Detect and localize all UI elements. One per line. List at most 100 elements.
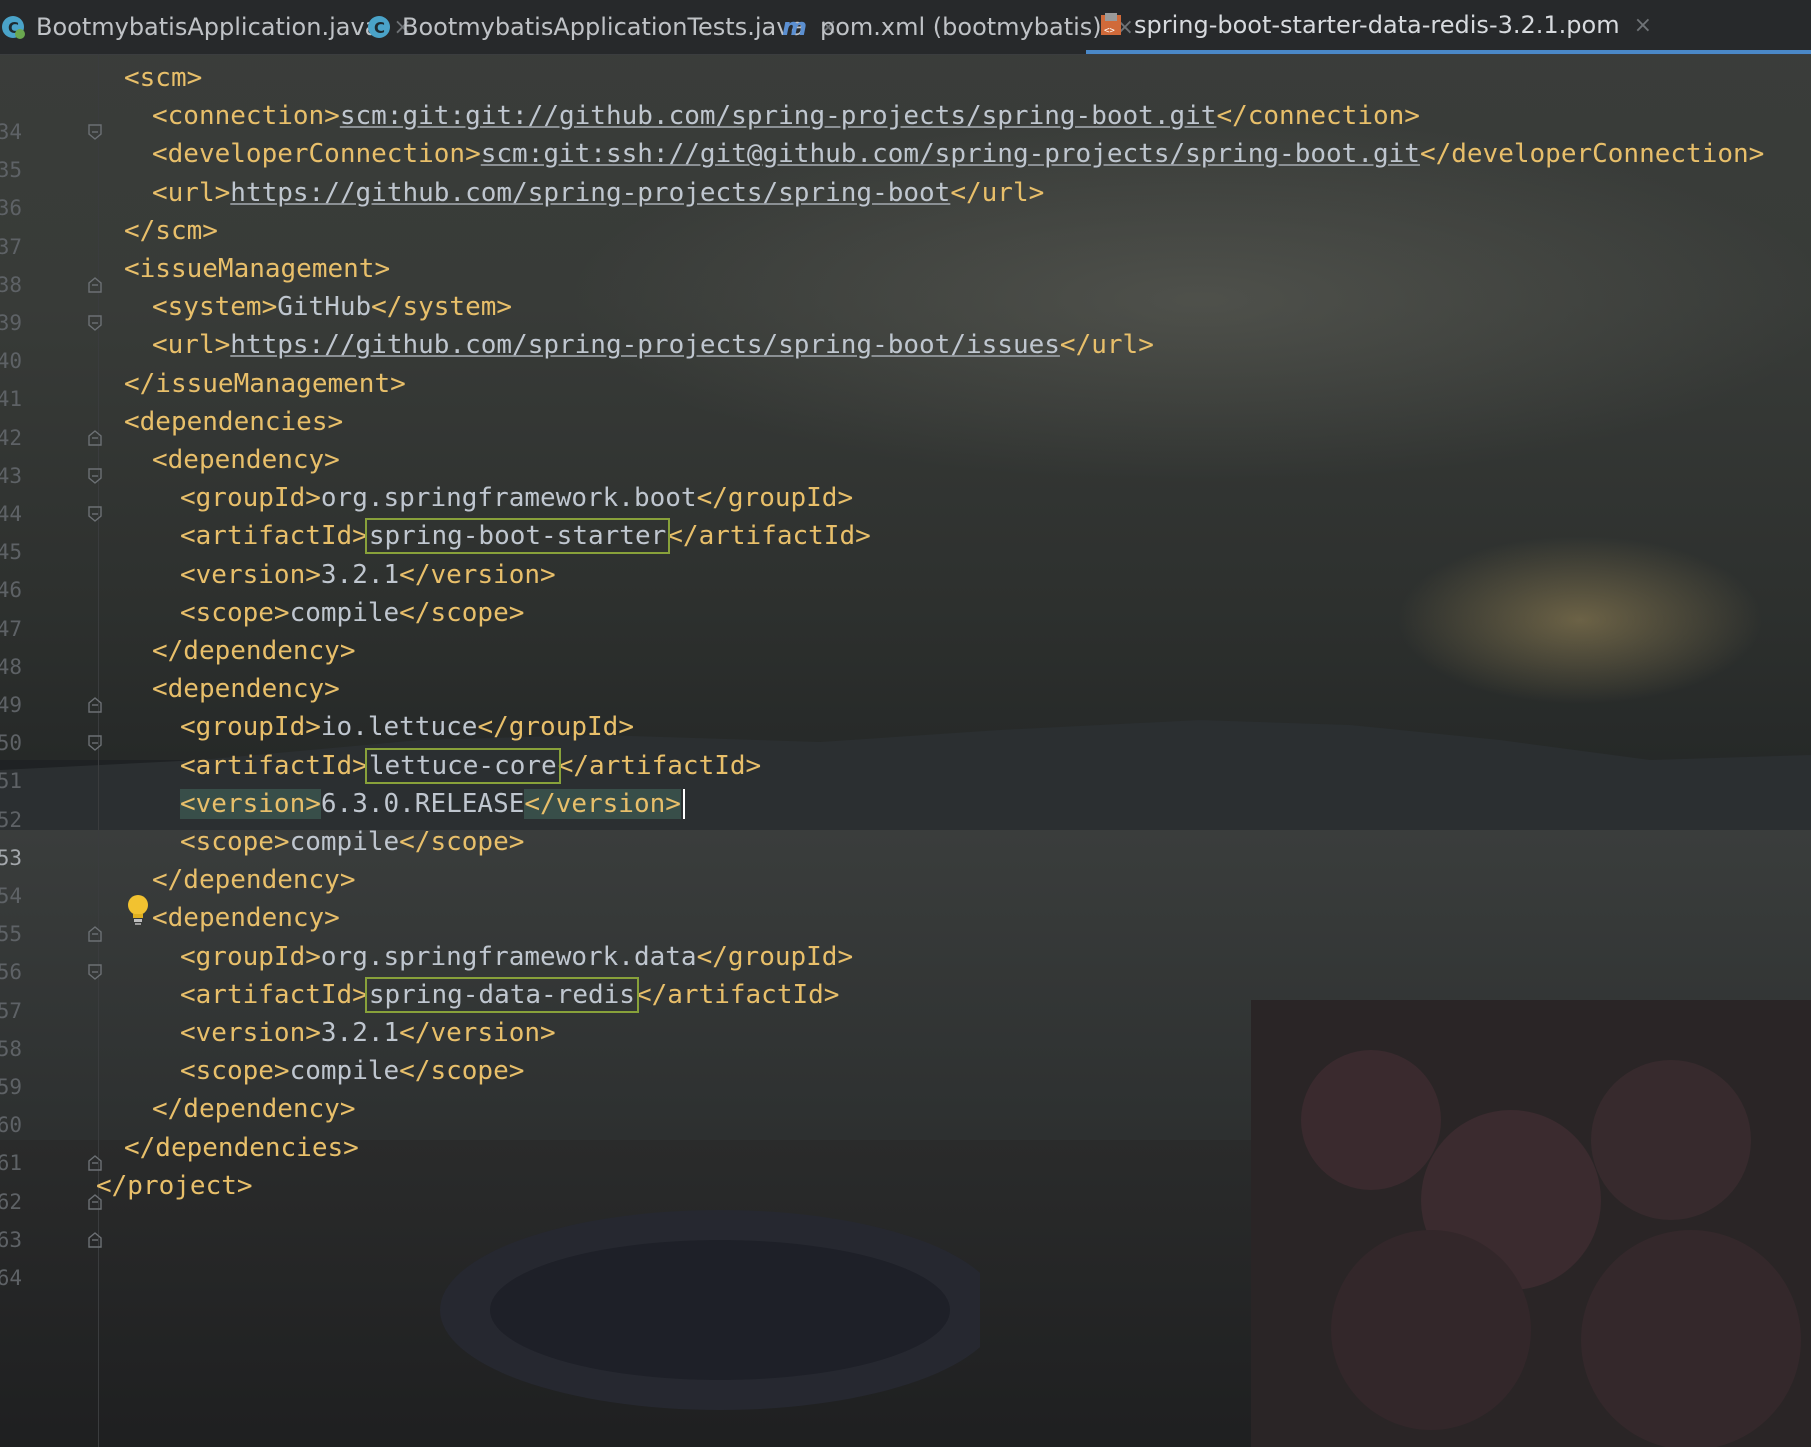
xml-tag: <scm>	[124, 63, 203, 93]
xml-close-tag: </version>	[399, 559, 556, 590]
url-link[interactable]: scm:git:git://github.com/spring-projects…	[340, 101, 1217, 131]
xml-close-tag: </groupId>	[477, 712, 634, 743]
close-tab-icon[interactable]: ×	[1634, 13, 1652, 38]
line-number-gutter[interactable]: 34 35 36 37 38 39 40 41 42 43 44 45 46 47 48 49 50 51 52 53…	[0, 54, 102, 1447]
code-line[interactable]: <url>https://github.com/spring-projects/…	[152, 173, 1044, 213]
code-line[interactable]: <system>GitHub</system>	[152, 287, 512, 327]
fold-collapse-icon[interactable]	[88, 735, 102, 752]
line-number: 49	[0, 693, 22, 717]
code-line[interactable]: <dependency>	[152, 440, 340, 480]
tab-bootmybatis-application[interactable]: C BootmybatisApplication.java ×	[0, 0, 412, 54]
svg-text:m: m	[782, 14, 807, 40]
code-line[interactable]: <version>3.2.1</version>	[180, 1013, 556, 1053]
xml-value: compile	[289, 1056, 400, 1087]
tab-pom-xml[interactable]: m pom.xml (bootmybatis) ×	[782, 0, 1134, 54]
fold-collapse-icon[interactable]	[88, 124, 102, 140]
xml-open-tag: <groupId>	[180, 712, 321, 743]
fold-collapse-icon[interactable]	[88, 315, 102, 331]
code-line[interactable]: <groupId>org.springframework.data</group…	[180, 937, 853, 977]
line-number: 44	[0, 502, 22, 526]
xml-tag: </dependency>	[152, 865, 356, 896]
line-number: 48	[0, 654, 22, 679]
fold-end-icon[interactable]	[88, 926, 102, 942]
xml-close-tag: </system>	[371, 292, 513, 323]
line-number: 45	[0, 540, 22, 565]
xml-tag: </dependencies>	[124, 1132, 359, 1163]
code-line[interactable]: <scope>compile</scope>	[180, 822, 524, 862]
xml-open-tag: <scope>	[180, 597, 290, 628]
xml-open-tag: <url>	[152, 330, 231, 361]
xml-open-tag: <scope>	[180, 827, 290, 857]
code-line[interactable]: </dependency>	[152, 1089, 356, 1129]
code-line[interactable]: <artifactId>spring-boot-starter</artifac…	[180, 516, 871, 556]
xml-close-tag: </scope>	[399, 1056, 525, 1087]
xml-value: org.springframework.boot	[320, 483, 697, 514]
xml-tag: </dependency>	[152, 1094, 356, 1125]
code-line[interactable]: </dependencies>	[124, 1128, 359, 1168]
line-number: 36	[0, 196, 22, 221]
xml-open-tag: <version>	[180, 1018, 321, 1048]
code-line[interactable]: <developerConnection>scm:git:ssh://git@g…	[152, 134, 1764, 174]
fold-collapse-icon[interactable]	[88, 468, 102, 484]
line-number: 62	[0, 1189, 22, 1214]
xml-value: 3.2.1	[320, 1018, 400, 1048]
line-number: 46	[0, 578, 22, 603]
code-line[interactable]: <groupId>org.springframework.boot</group…	[180, 478, 853, 518]
line-number: 35	[0, 158, 22, 183]
xml-open-tag: <version>	[180, 559, 321, 590]
xml-close-tag: </connection>	[1216, 101, 1420, 132]
url-link[interactable]: https://github.com/spring-projects/sprin…	[230, 330, 1060, 360]
code-line[interactable]: </scm>	[124, 211, 218, 251]
xml-value: compile	[289, 597, 400, 628]
code-line[interactable]: <dependencies>	[124, 402, 343, 442]
tab-spring-boot-starter-data-redis-pom[interactable]: <> spring-boot-starter-data-redis-3.2.1.…	[1086, 0, 1811, 54]
code-line[interactable]: </issueManagement>	[124, 364, 406, 404]
code-line[interactable]: <version>6.3.0.RELEASE</version>	[180, 784, 685, 824]
line-number: 52	[0, 807, 22, 832]
xml-close-tag: </developerConnection>	[1419, 139, 1765, 170]
intention-bulb-icon[interactable]	[124, 893, 152, 931]
xml-open-tag: <developerConnection>	[152, 139, 481, 170]
xml-value: lettuce-core	[364, 747, 561, 784]
code-line[interactable]: <version>3.2.1</version>	[180, 555, 556, 595]
code-line[interactable]: </dependency>	[152, 631, 356, 671]
xml-close-tag: </artifactId>	[635, 979, 840, 1010]
xml-tag: </project>	[96, 1170, 253, 1201]
xml-close-tag: </artifactId>	[667, 521, 871, 552]
xml-open-tag: <version>	[180, 788, 321, 819]
code-line[interactable]: <scm>	[124, 58, 202, 98]
code-line[interactable]: <dependency>	[152, 669, 340, 709]
editor: C BootmybatisApplication.java × C Bootmy…	[0, 0, 1811, 1447]
code-line[interactable]: <url>https://github.com/spring-projects/…	[152, 325, 1154, 365]
tab-bootmybatis-application-tests[interactable]: C BootmybatisApplicationTests.java ×	[366, 0, 838, 54]
url-link[interactable]: scm:git:ssh://git@github.com/spring-proj…	[481, 139, 1420, 169]
line-number: 50	[0, 731, 22, 756]
code-line[interactable]: <connection>scm:git:git://github.com/spr…	[152, 96, 1420, 136]
url-link[interactable]: https://github.com/spring-projects/sprin…	[230, 178, 950, 208]
fold-end-icon[interactable]	[88, 697, 102, 713]
code-line[interactable]: </project>	[96, 1166, 253, 1206]
xml-open-tag: <artifactId>	[180, 979, 368, 1010]
fold-collapse-icon[interactable]	[88, 506, 102, 522]
code-line[interactable]: <artifactId>lettuce-core</artifactId>	[180, 746, 761, 786]
line-number: 53	[0, 845, 22, 870]
line-number: 39	[0, 311, 22, 335]
fold-collapse-icon[interactable]	[88, 964, 102, 981]
code-line[interactable]: <issueManagement>	[124, 249, 390, 289]
code-line[interactable]: <groupId>io.lettuce</groupId>	[180, 707, 634, 747]
code-line[interactable]: <artifactId>spring-data-redis</artifactI…	[180, 975, 839, 1015]
code-line[interactable]: <scope>compile</scope>	[180, 1051, 524, 1091]
xml-close-tag: </url>	[950, 177, 1045, 208]
java-class-icon: C	[366, 14, 392, 40]
fold-end-icon[interactable]	[88, 429, 102, 446]
xml-close-tag: </scope>	[399, 597, 525, 628]
xml-open-tag: <system>	[152, 292, 278, 323]
fold-end-icon[interactable]	[88, 1231, 102, 1248]
fold-end-icon[interactable]	[88, 276, 102, 293]
code-line[interactable]: <scope>compile</scope>	[180, 593, 524, 633]
xml-open-tag: <groupId>	[180, 941, 321, 972]
code-line[interactable]: </dependency>	[152, 860, 356, 900]
code-line[interactable]: <dependency>	[152, 898, 340, 938]
tab-label: BootmybatisApplicationTests.java	[402, 13, 806, 41]
svg-text:C: C	[374, 19, 385, 37]
